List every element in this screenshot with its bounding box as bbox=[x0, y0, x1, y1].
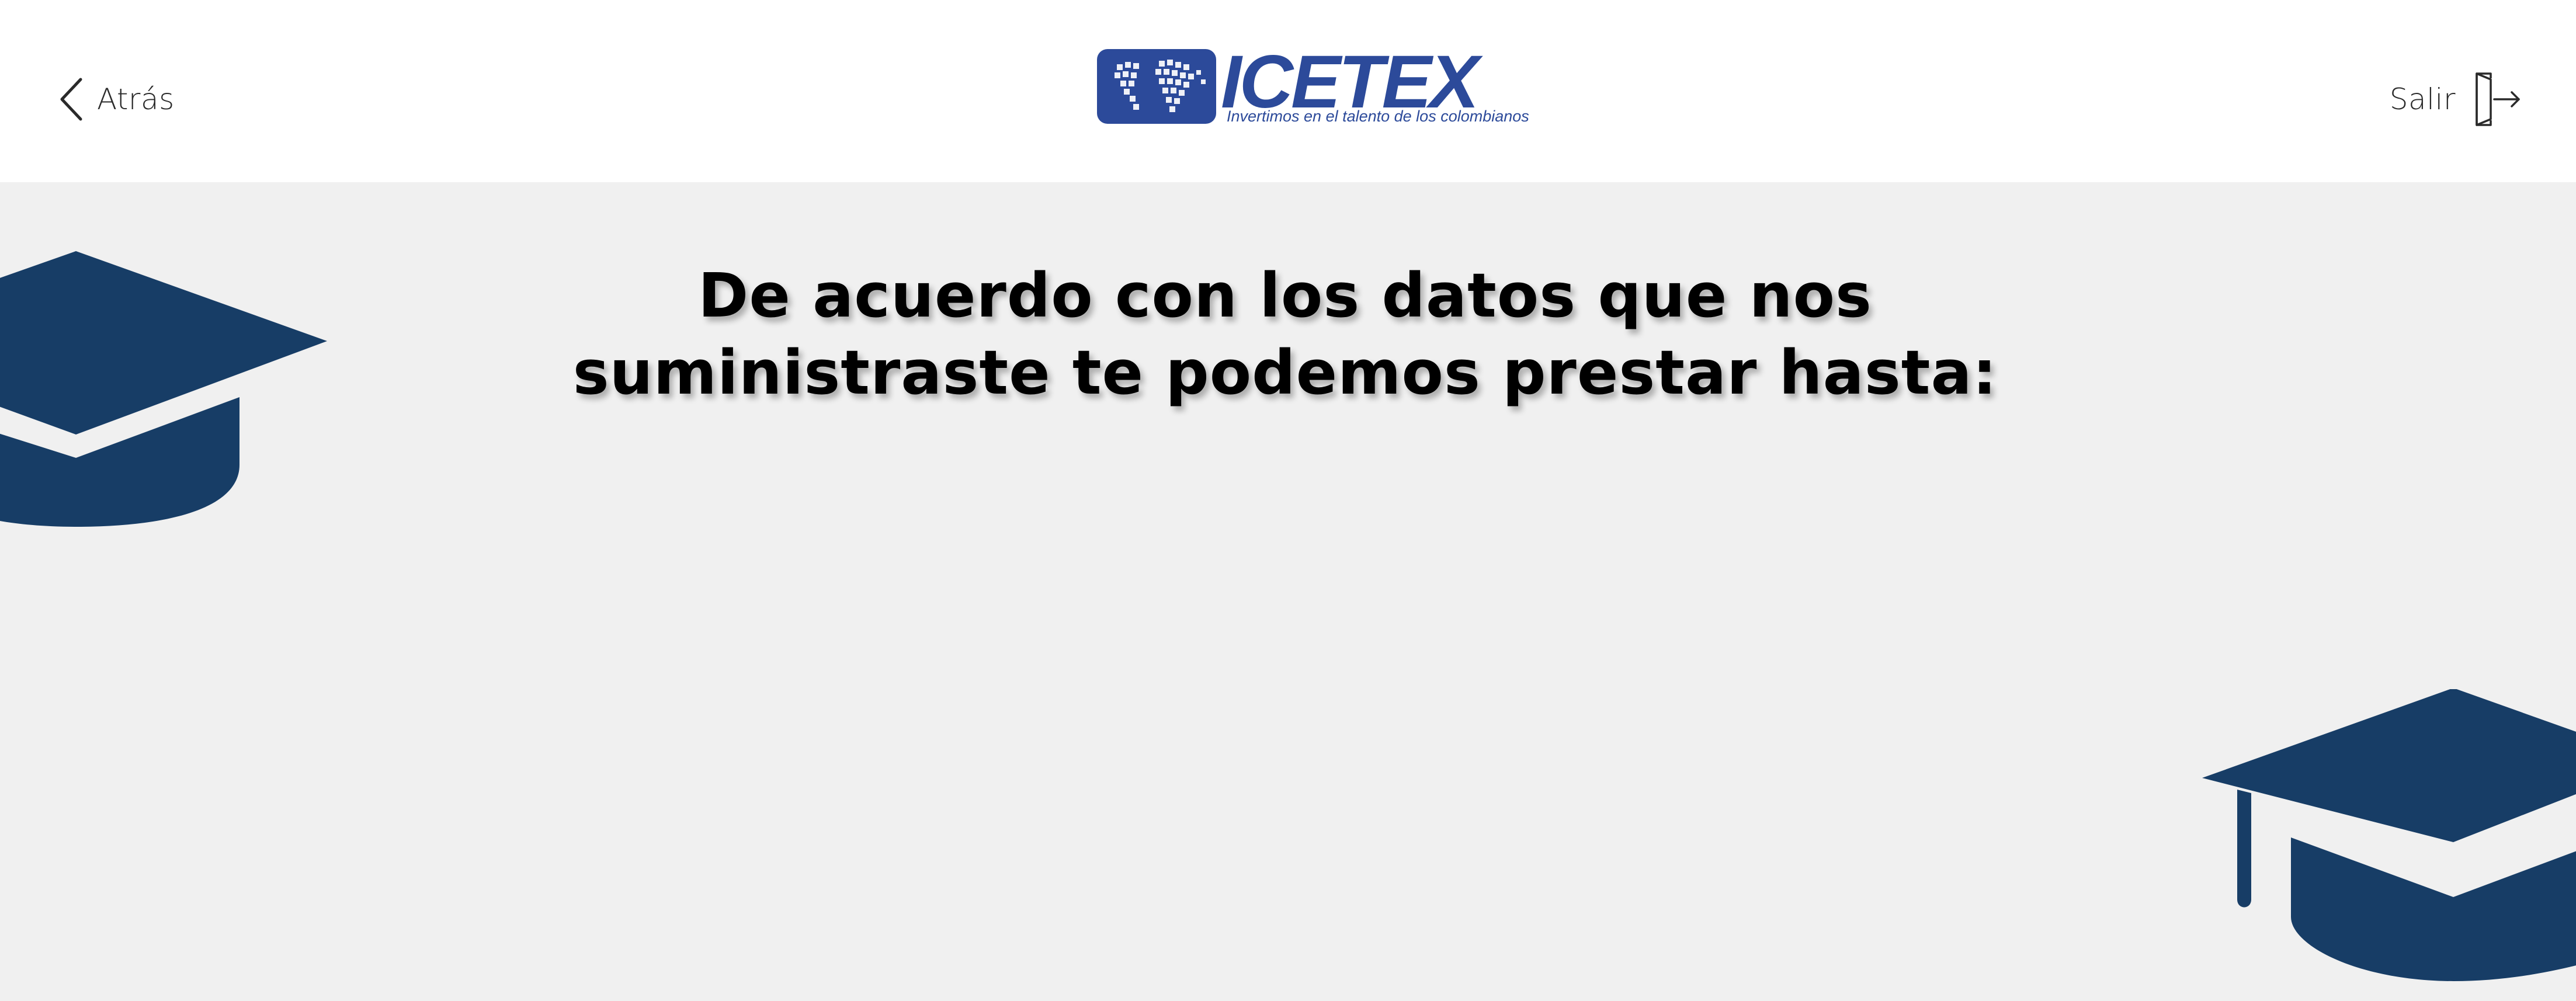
graduation-cap-icon bbox=[0, 251, 327, 527]
exit-button-label: Salir bbox=[2389, 82, 2456, 116]
chevron-left-icon bbox=[60, 78, 82, 121]
graduation-cap-icon bbox=[2202, 689, 2576, 981]
back-button-label: Atrás bbox=[97, 82, 175, 116]
icetex-logo[interactable]: ICETEX Invertimos en el talento de los c… bbox=[1097, 40, 1547, 128]
header-bar: Atrás ICETEX Invertimos en el talento de… bbox=[0, 0, 2576, 182]
page-title-line-2: suministraste te podemos prestar hasta: bbox=[572, 337, 1998, 408]
page-title: De acuerdo con los datos que nos suminis… bbox=[526, 257, 2044, 411]
loan-result-page: Atrás ICETEX Invertimos en el talento de… bbox=[0, 0, 2576, 1001]
svg-text:Invertimos en el talento de lo: Invertimos en el talento de los colombia… bbox=[1227, 107, 1529, 125]
page-title-line-1: De acuerdo con los datos que nos bbox=[698, 260, 1872, 331]
back-button[interactable]: Atrás bbox=[58, 76, 175, 123]
exit-door-icon bbox=[2476, 72, 2520, 126]
exit-button[interactable]: Salir bbox=[2390, 70, 2522, 128]
